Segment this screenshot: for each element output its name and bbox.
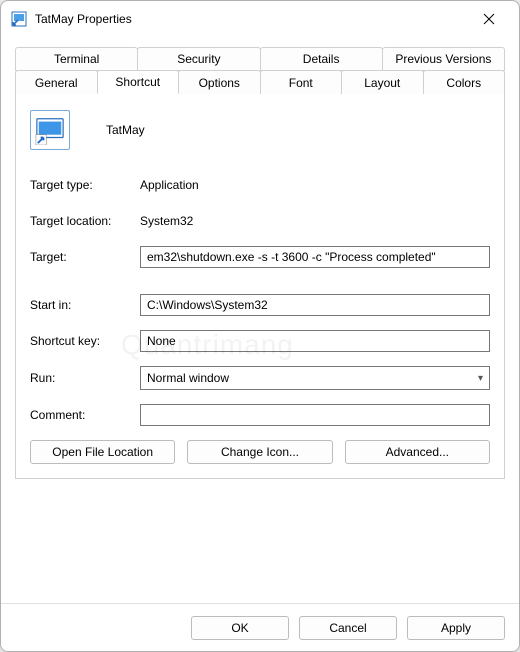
label-target-type: Target type: xyxy=(30,178,140,192)
row-run: Run: Normal window ▾ xyxy=(30,366,490,390)
row-start-in: Start in: xyxy=(30,294,490,316)
label-start-in: Start in: xyxy=(30,298,140,312)
chevron-down-icon: ▾ xyxy=(478,373,483,384)
shortcut-header: TatMay xyxy=(30,110,490,150)
label-run: Run: xyxy=(30,371,140,385)
change-icon-button[interactable]: Change Icon... xyxy=(187,440,332,464)
label-shortcut-key: Shortcut key: xyxy=(30,334,140,348)
row-target-location: Target location: System32 xyxy=(30,210,490,232)
value-target-location: System32 xyxy=(140,214,193,228)
tab-shortcut[interactable]: Shortcut xyxy=(97,70,180,94)
input-comment[interactable] xyxy=(140,404,490,426)
shortcut-panel: TatMay Target type: Application Target l… xyxy=(15,93,505,479)
row-comment: Comment: xyxy=(30,404,490,426)
value-target-type: Application xyxy=(140,178,199,192)
dialog-buttons: OK Cancel Apply xyxy=(1,603,519,651)
cancel-button[interactable]: Cancel xyxy=(299,616,397,640)
tab-font[interactable]: Font xyxy=(260,70,343,94)
select-run[interactable]: Normal window ▾ xyxy=(140,366,490,390)
tab-general[interactable]: General xyxy=(15,70,98,94)
input-shortcut-key[interactable] xyxy=(140,330,490,352)
select-run-value: Normal window xyxy=(147,371,229,385)
window-title: TatMay Properties xyxy=(35,12,469,26)
tab-previous-versions[interactable]: Previous Versions xyxy=(382,47,505,71)
tab-details[interactable]: Details xyxy=(260,47,383,71)
label-target-location: Target location: xyxy=(30,214,140,228)
shortcut-icon xyxy=(30,110,70,150)
ok-button[interactable]: OK xyxy=(191,616,289,640)
open-file-location-button[interactable]: Open File Location xyxy=(30,440,175,464)
content-area: Terminal Security Details Previous Versi… xyxy=(1,37,519,603)
shortcut-buttons: Open File Location Change Icon... Advanc… xyxy=(30,440,490,464)
label-comment: Comment: xyxy=(30,408,140,422)
tab-row-2: General Shortcut Options Font Layout Col… xyxy=(15,70,505,94)
tab-security[interactable]: Security xyxy=(137,47,260,71)
input-start-in[interactable] xyxy=(140,294,490,316)
tab-colors[interactable]: Colors xyxy=(423,70,506,94)
tab-row-1: Terminal Security Details Previous Versi… xyxy=(15,47,505,71)
close-icon xyxy=(483,13,495,25)
row-shortcut-key: Shortcut key: xyxy=(30,330,490,352)
tab-terminal[interactable]: Terminal xyxy=(15,47,138,71)
tab-layout[interactable]: Layout xyxy=(341,70,424,94)
input-target[interactable] xyxy=(140,246,490,268)
shortcut-name: TatMay xyxy=(106,123,145,137)
apply-button[interactable]: Apply xyxy=(407,616,505,640)
window-icon xyxy=(11,11,27,27)
tabs: Terminal Security Details Previous Versi… xyxy=(15,47,505,94)
tab-options[interactable]: Options xyxy=(178,70,261,94)
advanced-button[interactable]: Advanced... xyxy=(345,440,490,464)
label-target: Target: xyxy=(30,250,140,264)
properties-dialog: TatMay Properties Terminal Security Deta… xyxy=(0,0,520,652)
titlebar: TatMay Properties xyxy=(1,1,519,37)
row-target-type: Target type: Application xyxy=(30,174,490,196)
row-target: Target: xyxy=(30,246,490,268)
close-button[interactable] xyxy=(469,5,509,33)
